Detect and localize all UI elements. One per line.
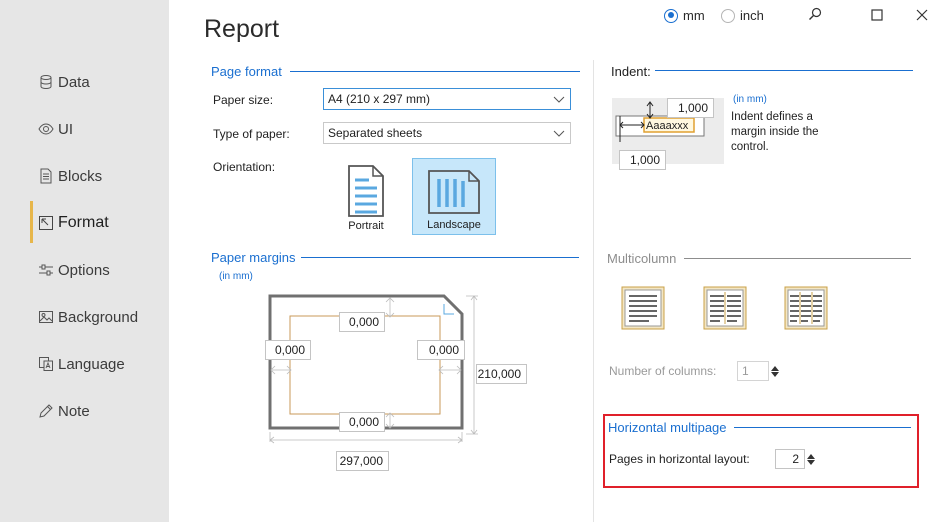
- multicolumn-header: Multicolumn: [607, 251, 677, 266]
- indent-sample-text: Aaaaxxx: [646, 120, 689, 132]
- horizontal-multipage-divider: [734, 427, 911, 428]
- margin-left-field[interactable]: 0,000: [265, 340, 311, 360]
- format-icon: [39, 216, 53, 230]
- indent-unit-note: (in mm): [733, 94, 767, 105]
- one-column-icon: [621, 286, 665, 330]
- active-indicator: [30, 201, 33, 243]
- sidebar-item-label: Language: [58, 355, 125, 373]
- indent-divider: [655, 70, 913, 71]
- sidebar-item-label: Data: [58, 73, 90, 91]
- sidebar-item-label: Note: [58, 402, 90, 420]
- spin-up-icon[interactable]: [807, 453, 815, 459]
- orientation-label: Orientation:: [213, 160, 276, 174]
- eye-icon: [38, 123, 54, 135]
- sidebar-item-label: UI: [58, 120, 73, 138]
- portrait-page-icon: [348, 165, 384, 217]
- horizontal-multipage-header: Horizontal multipage: [608, 420, 727, 435]
- sidebar-item-label: Format: [58, 214, 109, 231]
- pages-horizontal-stepper[interactable]: 2: [775, 449, 815, 469]
- pages-horizontal-field[interactable]: 2: [775, 449, 805, 469]
- chevron-down-icon: [553, 130, 565, 137]
- sidebar: Data UI Blocks Format Options Background…: [0, 0, 169, 522]
- sidebar-item-background[interactable]: Background: [38, 305, 138, 329]
- page-height-field[interactable]: 210,000: [476, 364, 527, 384]
- unit-mm-label: mm: [683, 8, 705, 23]
- document-icon: [40, 168, 52, 184]
- maximize-button[interactable]: [867, 5, 887, 25]
- image-icon: [39, 311, 53, 323]
- sidebar-item-label: Blocks: [58, 167, 103, 185]
- database-icon: [40, 75, 52, 90]
- close-button[interactable]: [912, 5, 932, 25]
- margin-right-field[interactable]: 0,000: [417, 340, 465, 360]
- paper-size-combo[interactable]: A4 (210 x 297 mm): [323, 88, 571, 110]
- unit-mm-radio[interactable]: mm: [664, 8, 705, 23]
- chevron-down-icon: [553, 96, 565, 103]
- unit-inch-label: inch: [740, 8, 764, 23]
- columns-spin[interactable]: [771, 365, 779, 378]
- sidebar-item-label: Background: [58, 308, 139, 326]
- margin-bottom-field[interactable]: 0,000: [339, 412, 385, 432]
- two-column-button[interactable]: [703, 286, 747, 335]
- multicolumn-divider: [684, 258, 911, 259]
- paper-type-label: Type of paper:: [213, 127, 290, 141]
- indent-top-field[interactable]: 1,000: [667, 98, 714, 118]
- columns-label: Number of columns:: [609, 364, 717, 378]
- indent-left-field[interactable]: 1,000: [619, 150, 666, 170]
- unit-inch-radio[interactable]: inch: [721, 8, 764, 23]
- search-button[interactable]: [805, 4, 825, 24]
- indent-description: Indent defines a margin inside the contr…: [731, 111, 819, 153]
- column-divider: [593, 60, 594, 522]
- pencil-icon: [39, 404, 53, 418]
- sidebar-item-format[interactable]: Format: [38, 211, 109, 235]
- margin-top-field[interactable]: 0,000: [339, 312, 385, 332]
- pages-horizontal-label: Pages in horizontal layout:: [609, 452, 750, 466]
- language-icon: [39, 357, 53, 371]
- page-format-divider: [290, 71, 580, 72]
- indent-header: Indent:: [611, 64, 651, 79]
- search-icon: [809, 7, 822, 20]
- paper-size-label: Paper size:: [213, 93, 274, 107]
- one-column-button[interactable]: [621, 286, 665, 335]
- radio-unselected-icon: [721, 8, 735, 23]
- sidebar-item-language[interactable]: Language: [38, 352, 125, 376]
- paper-margins-divider: [301, 257, 579, 258]
- landscape-label: Landscape: [427, 219, 481, 231]
- portrait-button[interactable]: Portrait: [340, 159, 392, 235]
- portrait-label: Portrait: [348, 220, 384, 232]
- spin-down-icon[interactable]: [771, 371, 779, 378]
- sidebar-item-label: Options: [58, 261, 110, 279]
- pages-spin[interactable]: [807, 453, 815, 466]
- sliders-icon: [39, 264, 53, 276]
- page-width-field[interactable]: 297,000: [336, 451, 389, 471]
- three-column-icon: [784, 286, 828, 330]
- spin-up-icon[interactable]: [771, 365, 779, 371]
- radio-selected-icon: [664, 8, 678, 23]
- paper-margins-header: Paper margins: [211, 250, 296, 265]
- sidebar-item-note[interactable]: Note: [38, 399, 90, 423]
- close-icon: [916, 9, 928, 21]
- maximize-icon: [871, 9, 883, 21]
- landscape-page-icon: [428, 170, 480, 214]
- sidebar-item-ui[interactable]: UI: [38, 117, 73, 141]
- paper-type-value: Separated sheets: [328, 126, 423, 140]
- spin-down-icon[interactable]: [807, 459, 815, 466]
- sidebar-item-blocks[interactable]: Blocks: [38, 164, 102, 188]
- two-column-icon: [703, 286, 747, 330]
- sidebar-item-data[interactable]: Data: [38, 70, 90, 94]
- margins-unit-note: (in mm): [219, 271, 253, 282]
- columns-field[interactable]: 1: [737, 361, 769, 381]
- three-column-button[interactable]: [784, 286, 828, 335]
- columns-stepper[interactable]: 1: [737, 361, 779, 381]
- page-format-header: Page format: [211, 64, 282, 79]
- paper-type-combo[interactable]: Separated sheets: [323, 122, 571, 144]
- sidebar-item-options[interactable]: Options: [38, 258, 110, 282]
- paper-size-value: A4 (210 x 297 mm): [328, 92, 431, 106]
- page-title: Report: [204, 15, 280, 43]
- landscape-button[interactable]: Landscape: [412, 158, 496, 235]
